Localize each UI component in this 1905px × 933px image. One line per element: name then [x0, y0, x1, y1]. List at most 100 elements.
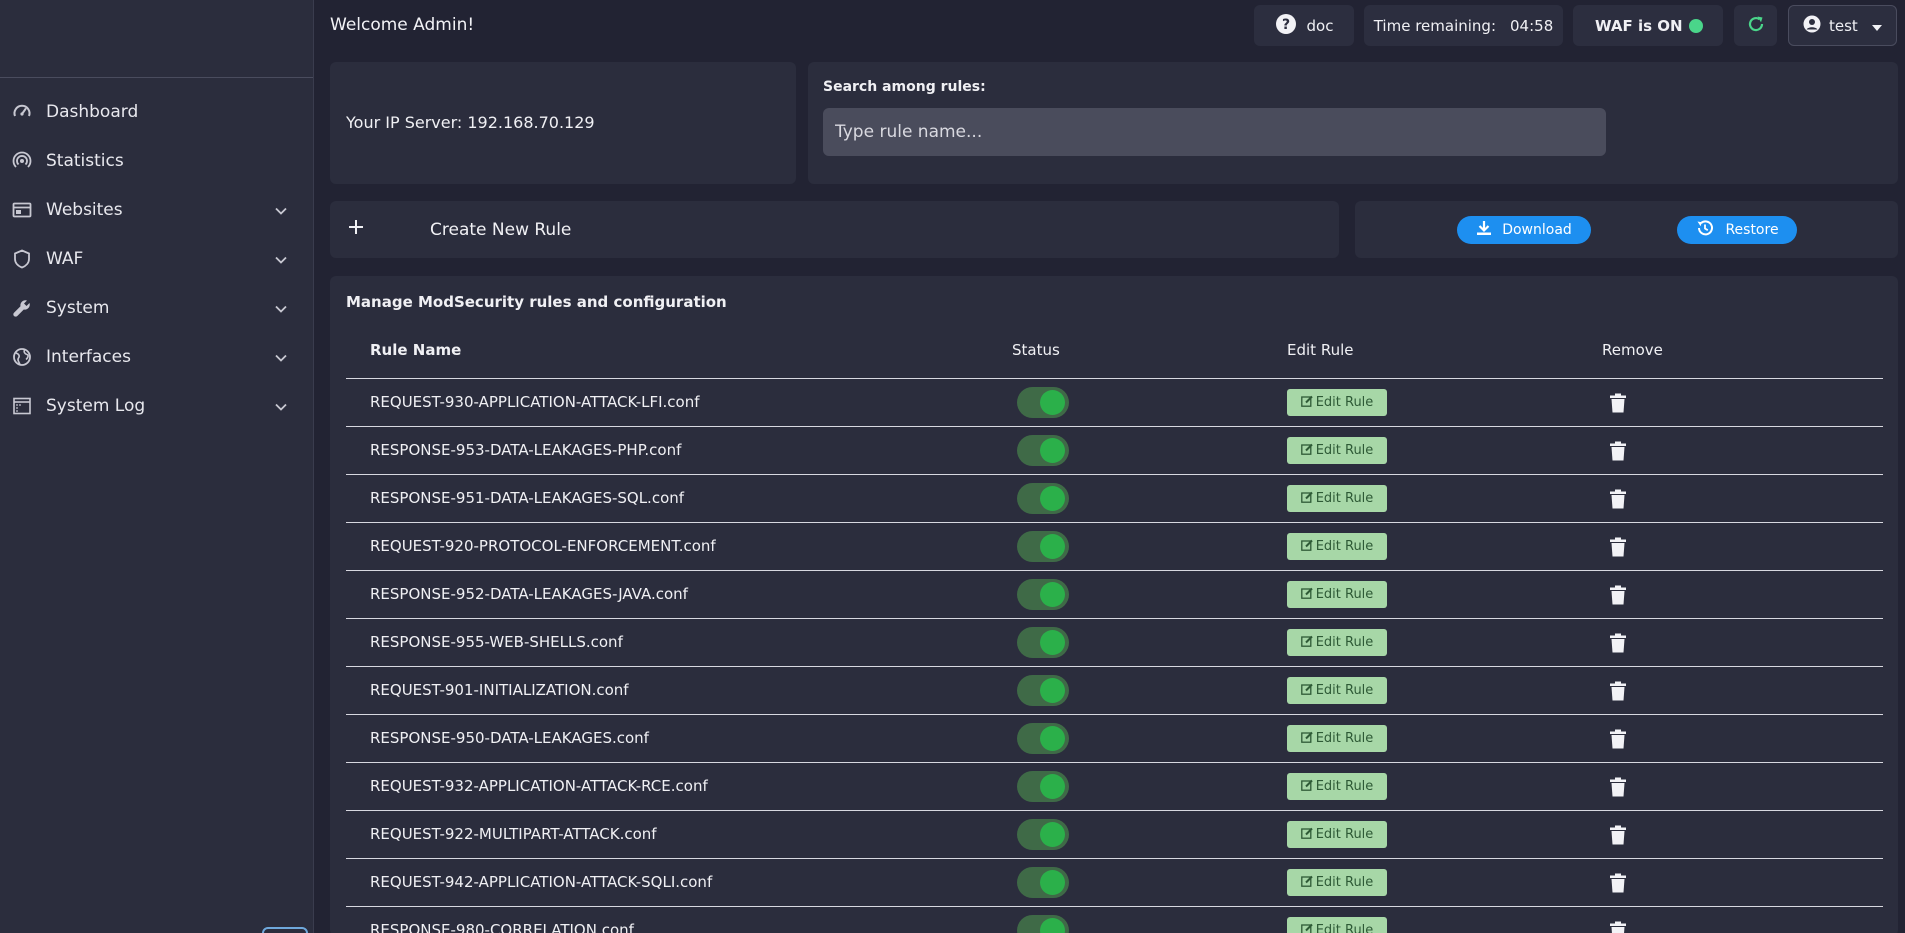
table-row: RESPONSE-950-DATA-LEAKAGES.conf Edit Rul…	[346, 714, 1883, 762]
rules-table-body: REQUEST-930-APPLICATION-ATTACK-LFI.conf …	[346, 378, 1883, 933]
column-header-status: Status	[1012, 341, 1060, 359]
rule-name: REQUEST-932-APPLICATION-ATTACK-RCE.conf	[370, 777, 708, 795]
status-toggle[interactable]	[1017, 579, 1069, 610]
trash-icon[interactable]	[1609, 729, 1627, 749]
server-ip-text: Your IP Server: 192.168.70.129	[346, 113, 595, 132]
column-header-rule-name: Rule Name	[370, 341, 462, 359]
sidebar-item-system[interactable]: System	[0, 283, 313, 332]
status-toggle[interactable]	[1017, 627, 1069, 658]
edit-icon	[1300, 827, 1313, 843]
trash-icon[interactable]	[1609, 393, 1627, 413]
sidebar-item-statistics[interactable]: Statistics	[0, 136, 313, 185]
trash-icon[interactable]	[1609, 441, 1627, 461]
trash-icon[interactable]	[1609, 777, 1627, 797]
edit-rule-button[interactable]: Edit Rule	[1287, 485, 1387, 512]
status-toggle[interactable]	[1017, 387, 1069, 418]
trash-icon[interactable]	[1609, 873, 1627, 893]
edit-icon	[1300, 635, 1313, 651]
edit-icon	[1300, 875, 1313, 891]
sidebar-item-dashboard[interactable]: Dashboard	[0, 87, 313, 136]
edit-rule-label: Edit Rule	[1315, 491, 1374, 506]
caret-down-icon	[1872, 17, 1882, 35]
status-toggle[interactable]	[1017, 531, 1069, 562]
rule-name: REQUEST-930-APPLICATION-ATTACK-LFI.conf	[370, 393, 700, 411]
chevron-down-icon	[275, 200, 287, 220]
sidebar-item-waf[interactable]: WAF	[0, 234, 313, 283]
sidebar-item-interfaces[interactable]: Interfaces	[0, 332, 313, 381]
trash-icon[interactable]	[1609, 921, 1627, 933]
edit-rule-label: Edit Rule	[1315, 827, 1374, 842]
toggle-knob	[1040, 678, 1065, 703]
toggle-knob	[1040, 822, 1065, 847]
rule-search-input[interactable]	[823, 108, 1606, 156]
edit-rule-button[interactable]: Edit Rule	[1287, 773, 1387, 800]
table-row: RESPONSE-980-CORRELATION.conf Edit Rule	[346, 906, 1883, 933]
status-toggle[interactable]	[1017, 483, 1069, 514]
chevron-down-icon	[275, 298, 287, 318]
sidebar-item-label: System	[46, 297, 110, 318]
status-toggle[interactable]	[1017, 867, 1069, 898]
welcome-title: Welcome Admin!	[330, 15, 475, 35]
trash-icon[interactable]	[1609, 489, 1627, 509]
table-row: REQUEST-922-MULTIPART-ATTACK.conf Edit R…	[346, 810, 1883, 858]
trash-icon[interactable]	[1609, 825, 1627, 845]
trash-icon[interactable]	[1609, 585, 1627, 605]
status-toggle[interactable]	[1017, 819, 1069, 850]
waf-status-indicator: WAF is ON	[1573, 5, 1723, 46]
edit-icon	[1300, 587, 1313, 603]
edit-icon	[1300, 731, 1313, 747]
toggle-knob	[1040, 486, 1065, 511]
create-new-rule-button[interactable]: Create New Rule	[330, 201, 1339, 258]
edit-icon	[1300, 443, 1313, 459]
edit-rule-button[interactable]: Edit Rule	[1287, 821, 1387, 848]
edit-rule-button[interactable]: Edit Rule	[1287, 725, 1387, 752]
status-toggle[interactable]	[1017, 723, 1069, 754]
status-toggle[interactable]	[1017, 675, 1069, 706]
sidebar-item-system-log[interactable]: System Log	[0, 381, 313, 430]
status-toggle[interactable]	[1017, 435, 1069, 466]
sidebar: Dashboard Statistics Websites WAF System	[0, 0, 314, 933]
sidebar-collapse-toggle[interactable]	[262, 927, 308, 933]
wrench-icon	[12, 298, 32, 318]
refresh-button[interactable]	[1734, 5, 1777, 46]
edit-rule-button[interactable]: Edit Rule	[1287, 629, 1387, 656]
status-toggle[interactable]	[1017, 915, 1069, 933]
rule-name: REQUEST-920-PROTOCOL-ENFORCEMENT.conf	[370, 537, 716, 555]
trash-icon[interactable]	[1609, 537, 1627, 557]
sidebar-item-websites[interactable]: Websites	[0, 185, 313, 234]
status-toggle[interactable]	[1017, 771, 1069, 802]
time-remaining-label: Time remaining:	[1373, 16, 1497, 35]
edit-rule-button[interactable]: Edit Rule	[1287, 917, 1387, 933]
svg-text:?: ?	[1281, 17, 1289, 33]
table-row: REQUEST-901-INITIALIZATION.conf Edit Rul…	[346, 666, 1883, 714]
doc-label: doc	[1306, 16, 1334, 35]
edit-icon	[1300, 923, 1313, 933]
download-button[interactable]: Download	[1457, 216, 1591, 244]
doc-button[interactable]: ? doc	[1254, 5, 1354, 46]
toggle-knob	[1040, 582, 1065, 607]
table-row: REQUEST-930-APPLICATION-ATTACK-LFI.conf …	[346, 378, 1883, 426]
edit-icon	[1300, 395, 1313, 411]
trash-icon[interactable]	[1609, 633, 1627, 653]
edit-rule-label: Edit Rule	[1315, 683, 1374, 698]
column-header-edit-rule: Edit Rule	[1287, 341, 1354, 359]
restore-label: Restore	[1725, 222, 1779, 238]
question-circle-icon: ?	[1275, 13, 1297, 39]
edit-rule-button[interactable]: Edit Rule	[1287, 437, 1387, 464]
user-menu[interactable]: test	[1788, 5, 1897, 46]
sidebar-item-label: System Log	[46, 395, 146, 416]
edit-rule-button[interactable]: Edit Rule	[1287, 581, 1387, 608]
search-label: Search among rules:	[823, 79, 986, 95]
sidebar-item-label: Statistics	[46, 150, 124, 171]
rule-name: RESPONSE-950-DATA-LEAKAGES.conf	[370, 729, 649, 747]
chevron-down-icon	[275, 249, 287, 269]
rule-name: RESPONSE-953-DATA-LEAKAGES-PHP.conf	[370, 441, 682, 459]
restore-button[interactable]: Restore	[1677, 216, 1797, 244]
rule-name: RESPONSE-955-WEB-SHELLS.conf	[370, 633, 623, 651]
trash-icon[interactable]	[1609, 681, 1627, 701]
edit-rule-button[interactable]: Edit Rule	[1287, 677, 1387, 704]
edit-rule-button[interactable]: Edit Rule	[1287, 869, 1387, 896]
table-row: REQUEST-932-APPLICATION-ATTACK-RCE.conf …	[346, 762, 1883, 810]
edit-rule-button[interactable]: Edit Rule	[1287, 389, 1387, 416]
edit-rule-button[interactable]: Edit Rule	[1287, 533, 1387, 560]
